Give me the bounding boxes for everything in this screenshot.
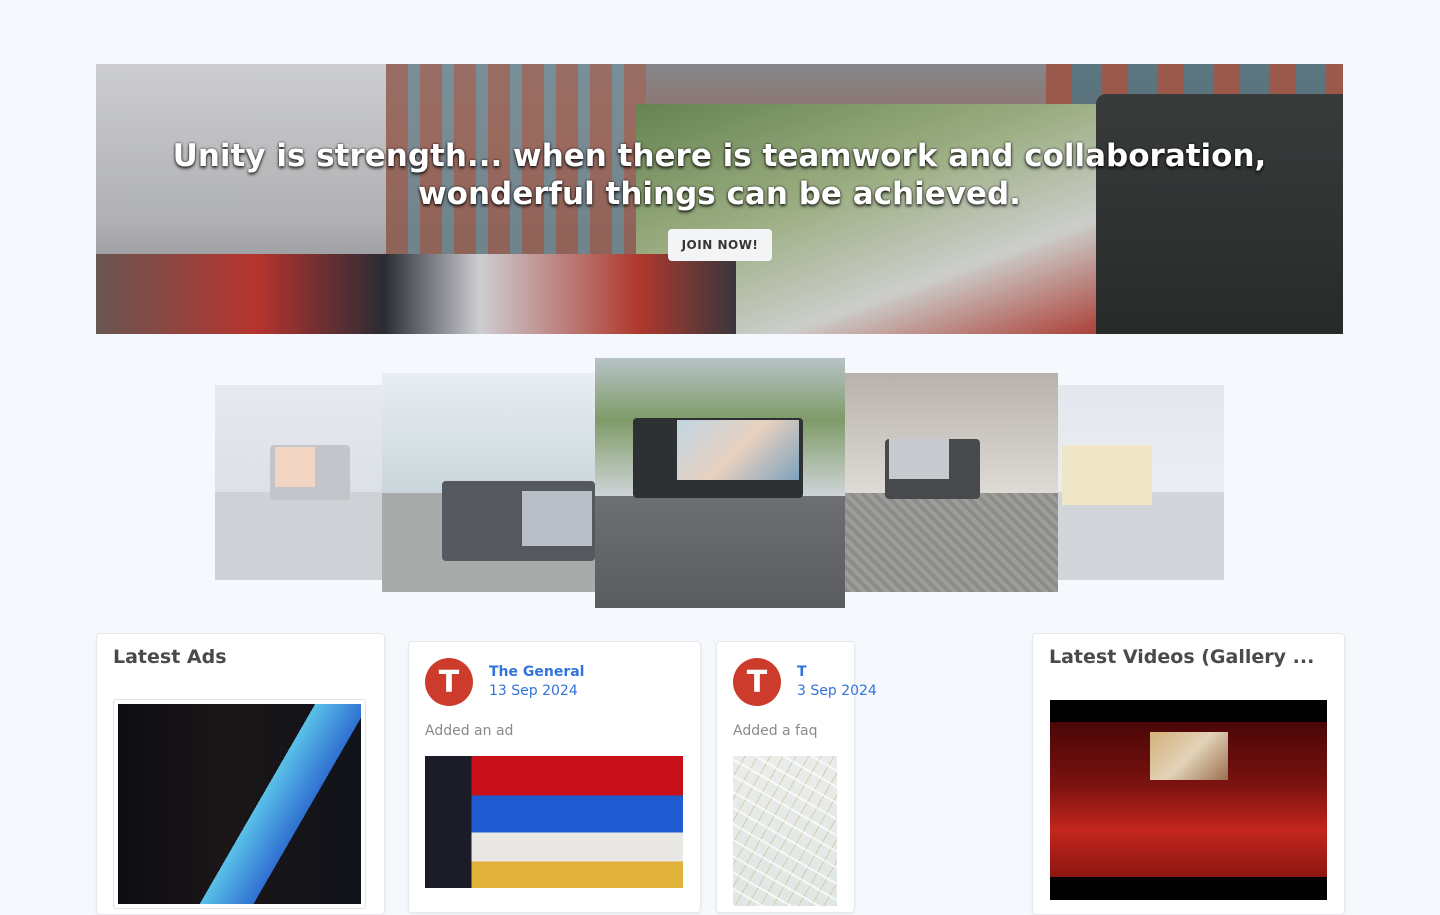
join-now-button[interactable]: JOIN NOW! <box>668 229 772 261</box>
map-image[interactable] <box>733 756 837 906</box>
post-date[interactable]: 3 Sep 2024 <box>797 683 877 699</box>
avatar[interactable]: T <box>425 658 473 706</box>
carousel-slide[interactable] <box>845 373 1058 592</box>
activity-description: Added an ad <box>425 723 514 739</box>
author-link[interactable]: The General <box>489 664 584 680</box>
latest-ads-title: Latest Ads <box>113 646 227 668</box>
carousel-slide[interactable] <box>215 385 382 580</box>
hero-banner: Unity is strength... when there is teamw… <box>96 64 1343 334</box>
avatar[interactable]: T <box>733 658 781 706</box>
hero-headline: Unity is strength... when there is teamw… <box>96 137 1343 213</box>
latest-ads-card: Latest Ads <box>96 633 385 915</box>
author-link[interactable]: T <box>797 664 807 680</box>
ad-image[interactable] <box>425 756 683 888</box>
video-thumbnail[interactable] <box>1050 700 1327 900</box>
ad-thumbnail[interactable] <box>113 699 366 909</box>
hero-headline-line-1: Unity is strength... when there is teamw… <box>172 138 1267 174</box>
latest-videos-title: Latest Videos (Gallery ... <box>1049 646 1315 668</box>
carousel-slide-active[interactable] <box>595 358 845 608</box>
ad-image[interactable] <box>118 704 361 904</box>
activity-description: Added a faq <box>733 723 818 739</box>
activity-feed-item: T The General 13 Sep 2024 Added an ad <box>408 641 701 913</box>
carousel-slide[interactable] <box>382 373 595 592</box>
hero-headline-line-2: wonderful things can be achieved. <box>418 176 1021 212</box>
carousel-slide[interactable] <box>1058 385 1224 580</box>
activity-feed-item: T T 3 Sep 2024 Added a faq <box>716 641 877 913</box>
latest-videos-card: Latest Videos (Gallery ... <box>1032 633 1345 915</box>
post-date[interactable]: 13 Sep 2024 <box>489 683 578 699</box>
